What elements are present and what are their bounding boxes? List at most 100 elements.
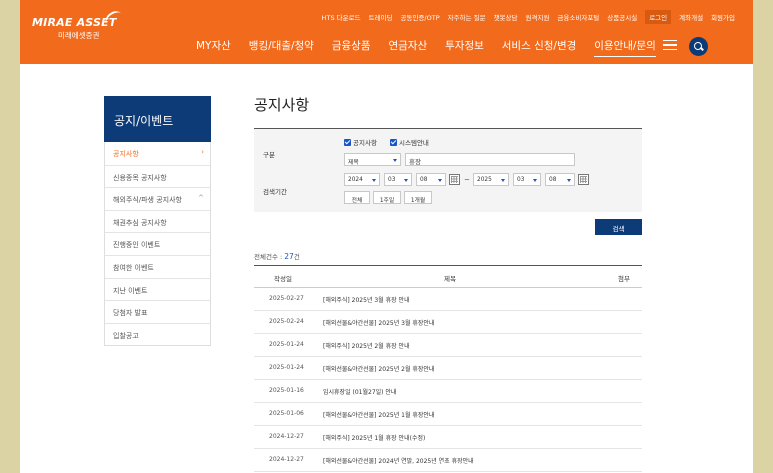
site-header: MIRAE ASSET 미래에셋증권 HTS 다운로드 트레이딩 공동인증/OT… <box>20 0 753 64</box>
from-day-value: 08 <box>420 177 428 183</box>
chevron-up-icon: ^ <box>198 194 204 203</box>
sidebar-item-bids[interactable]: 입찰공고 <box>105 322 210 346</box>
period-1week-button[interactable]: 1주일 <box>373 191 401 204</box>
checkbox-notice-label: 공지사항 <box>353 139 377 147</box>
watermark-strip: ⓒ미래에셋증권 IRE ASSET ⓒ미래에셋증권 ASSET ⓒ미래에셋증권 … <box>42 463 553 473</box>
row-date: 2024-12-27 <box>269 433 304 440</box>
table-row[interactable]: 2025-01-16 임시휴장일 (01월27일) 안내 <box>254 380 642 403</box>
sidebar-menu: 공지사항 › 신용종목 공지사항 해외주식/파생 공지사항 ^ 채권추심 공지사… <box>104 142 211 347</box>
to-month-select[interactable]: 03 <box>513 173 541 186</box>
row-title[interactable]: [해외선물&야간선물] 2025년 3월 휴장안내 <box>323 318 434 327</box>
page-title: 공지사항 <box>254 96 310 114</box>
range-separator: ~ <box>464 176 470 184</box>
checkbox-checked-icon <box>344 138 351 146</box>
to-year-value: 2025 <box>477 177 492 183</box>
brand-logo[interactable]: MIRAE ASSET 미래에셋증권 <box>32 8 126 41</box>
row-title[interactable]: [해외주식] 2025년 3월 휴장 안내 <box>323 295 410 304</box>
count-value: 27 <box>284 252 294 261</box>
nav-invest-info[interactable]: 투자정보 <box>445 38 484 57</box>
nav-guide[interactable]: 이용안내/문의 <box>594 38 656 57</box>
to-year-select[interactable]: 2025 <box>473 173 509 186</box>
search-button[interactable]: 검색 <box>595 219 642 235</box>
nav-my-assets[interactable]: MY자산 <box>196 38 231 57</box>
checkbox-system[interactable]: 시스템안내 <box>390 137 429 147</box>
nav-banking[interactable]: 뱅킹/대출/청약 <box>249 38 314 57</box>
util-link-hts[interactable]: HTS 다운로드 <box>322 12 361 22</box>
util-link-trading[interactable]: 트레이딩 <box>369 12 393 22</box>
logo-main: MIRAE ASSET <box>32 16 117 29</box>
from-year-select[interactable]: 2024 <box>344 173 380 186</box>
table-row[interactable]: 2025-01-24 [해외주식] 2025년 2월 휴장 안내 <box>254 334 642 357</box>
sidebar-item-label: 진행중인 이벤트 <box>113 241 161 250</box>
util-link-disclosure[interactable]: 상품공시실 <box>607 12 637 22</box>
sidebar-item-joined-events[interactable]: 참여한 이벤트 <box>105 254 210 278</box>
table-row[interactable]: 2025-01-24 [해외선물&야간선물] 2025년 2월 휴장안내 <box>254 357 642 380</box>
period-label: 검색기간 <box>263 188 287 196</box>
row-title[interactable]: [해외주식] 2025년 1월 휴장 안내(수정) <box>323 433 425 442</box>
period-all-button[interactable]: 전체 <box>344 191 370 204</box>
search-type-select[interactable]: 제목 <box>344 153 401 166</box>
table-row[interactable]: 2025-01-06 [해외선물&야간선물] 2025년 1월 휴장안내 <box>254 403 642 426</box>
row-title[interactable]: [해외선물&야간선물] 2025년 2월 휴장안내 <box>323 364 434 373</box>
sidebar-item-label: 지난 이벤트 <box>113 286 148 295</box>
sidebar-item-past-events[interactable]: 지난 이벤트 <box>105 277 210 301</box>
from-day-select[interactable]: 08 <box>416 173 446 186</box>
from-year-value: 2024 <box>348 177 363 183</box>
sidebar-item-winners[interactable]: 당첨자 발표 <box>105 300 210 323</box>
sidebar-item-credit-notice[interactable]: 신용종목 공지사항 <box>105 164 210 188</box>
table-row[interactable]: 2024-12-27 [해외주식] 2025년 1월 휴장 안내(수정) <box>254 426 642 449</box>
join-link[interactable]: 회원가입 <box>711 12 735 22</box>
util-link-consumer[interactable]: 금융소비자포털 <box>557 12 599 22</box>
sidebar-item-label: 입찰공고 <box>113 331 139 340</box>
period-1month-button[interactable]: 1개월 <box>404 191 432 204</box>
caret-down-icon <box>372 179 376 182</box>
nav-service[interactable]: 서비스 신청/변경 <box>502 38 577 57</box>
to-day-value: 08 <box>549 177 557 183</box>
sidebar-title: 공지/이벤트 <box>104 96 211 142</box>
calendar-icon[interactable] <box>449 174 460 185</box>
caret-down-icon <box>501 179 505 182</box>
util-link-remote[interactable]: 원격지원 <box>526 12 550 22</box>
caret-down-icon <box>567 179 571 182</box>
open-account-link[interactable]: 계좌개설 <box>679 12 703 22</box>
nav-pension[interactable]: 연금자산 <box>388 38 427 57</box>
search-filter-panel: 구분 공지사항 시스템안내 제목 휴장 검색기간 2024 03 08 ~ 20… <box>254 128 642 212</box>
table-row[interactable]: 2025-02-24 [해외선물&야간선물] 2025년 3월 휴장안내 <box>254 311 642 334</box>
table-header: 작성일 제목 첨부 <box>254 265 642 288</box>
util-link-cert[interactable]: 공동인증/OTP <box>401 12 440 22</box>
sidebar-item-collection-notice[interactable]: 채권추심 공지사항 <box>105 209 210 233</box>
util-link-faq[interactable]: 자주하는 질문 <box>448 12 486 22</box>
from-month-select[interactable]: 03 <box>384 173 412 186</box>
util-link-chatbot[interactable]: 챗봇상담 <box>494 12 518 22</box>
nav-products[interactable]: 금융상품 <box>332 38 371 57</box>
caret-down-icon <box>393 159 397 162</box>
search-icon[interactable] <box>689 37 708 56</box>
sidebar-item-ongoing-events[interactable]: 진행중인 이벤트 <box>105 232 210 255</box>
login-link[interactable]: 로그인 <box>645 10 672 24</box>
count-label: 전체건수 : <box>254 253 283 261</box>
row-title[interactable]: [해외선물&야간선물] 2025년 1월 휴장안내 <box>323 410 434 419</box>
calendar-icon[interactable] <box>578 174 589 185</box>
column-title: 제목 <box>444 275 456 283</box>
checkbox-checked-icon <box>390 138 397 146</box>
caret-down-icon <box>404 179 408 182</box>
row-title[interactable]: 임시휴장일 (01월27일) 안내 <box>323 387 396 396</box>
checkbox-notice[interactable]: 공지사항 <box>344 137 377 147</box>
sidebar-item-label: 당첨자 발표 <box>113 309 148 318</box>
row-title[interactable]: [해외주식] 2025년 2월 휴장 안내 <box>323 341 410 350</box>
utility-links: HTS 다운로드 트레이딩 공동인증/OTP 자주하는 질문 챗봇상담 원격지원… <box>322 10 735 24</box>
table-row[interactable]: 2025-02-27 [해외주식] 2025년 3월 휴장 안내 <box>254 288 642 311</box>
search-input[interactable]: 휴장 <box>405 153 575 166</box>
row-date: 2025-01-24 <box>269 364 304 371</box>
sidebar-item-overseas-notice[interactable]: 해외주식/파생 공지사항 ^ <box>105 187 210 210</box>
row-date: 2025-01-16 <box>269 387 304 394</box>
sidebar-item-notice[interactable]: 공지사항 › <box>105 142 210 165</box>
checkbox-system-label: 시스템안내 <box>399 139 429 147</box>
row-date: 2025-02-27 <box>269 295 304 302</box>
logo-sub: 미래에셋증권 <box>58 31 100 40</box>
sidebar-item-label: 채권추심 공지사항 <box>113 218 167 227</box>
to-day-select[interactable]: 08 <box>545 173 575 186</box>
row-date: 2025-01-06 <box>269 410 304 417</box>
row-date: 2024-12-27 <box>269 456 304 463</box>
menu-icon[interactable] <box>663 40 677 50</box>
